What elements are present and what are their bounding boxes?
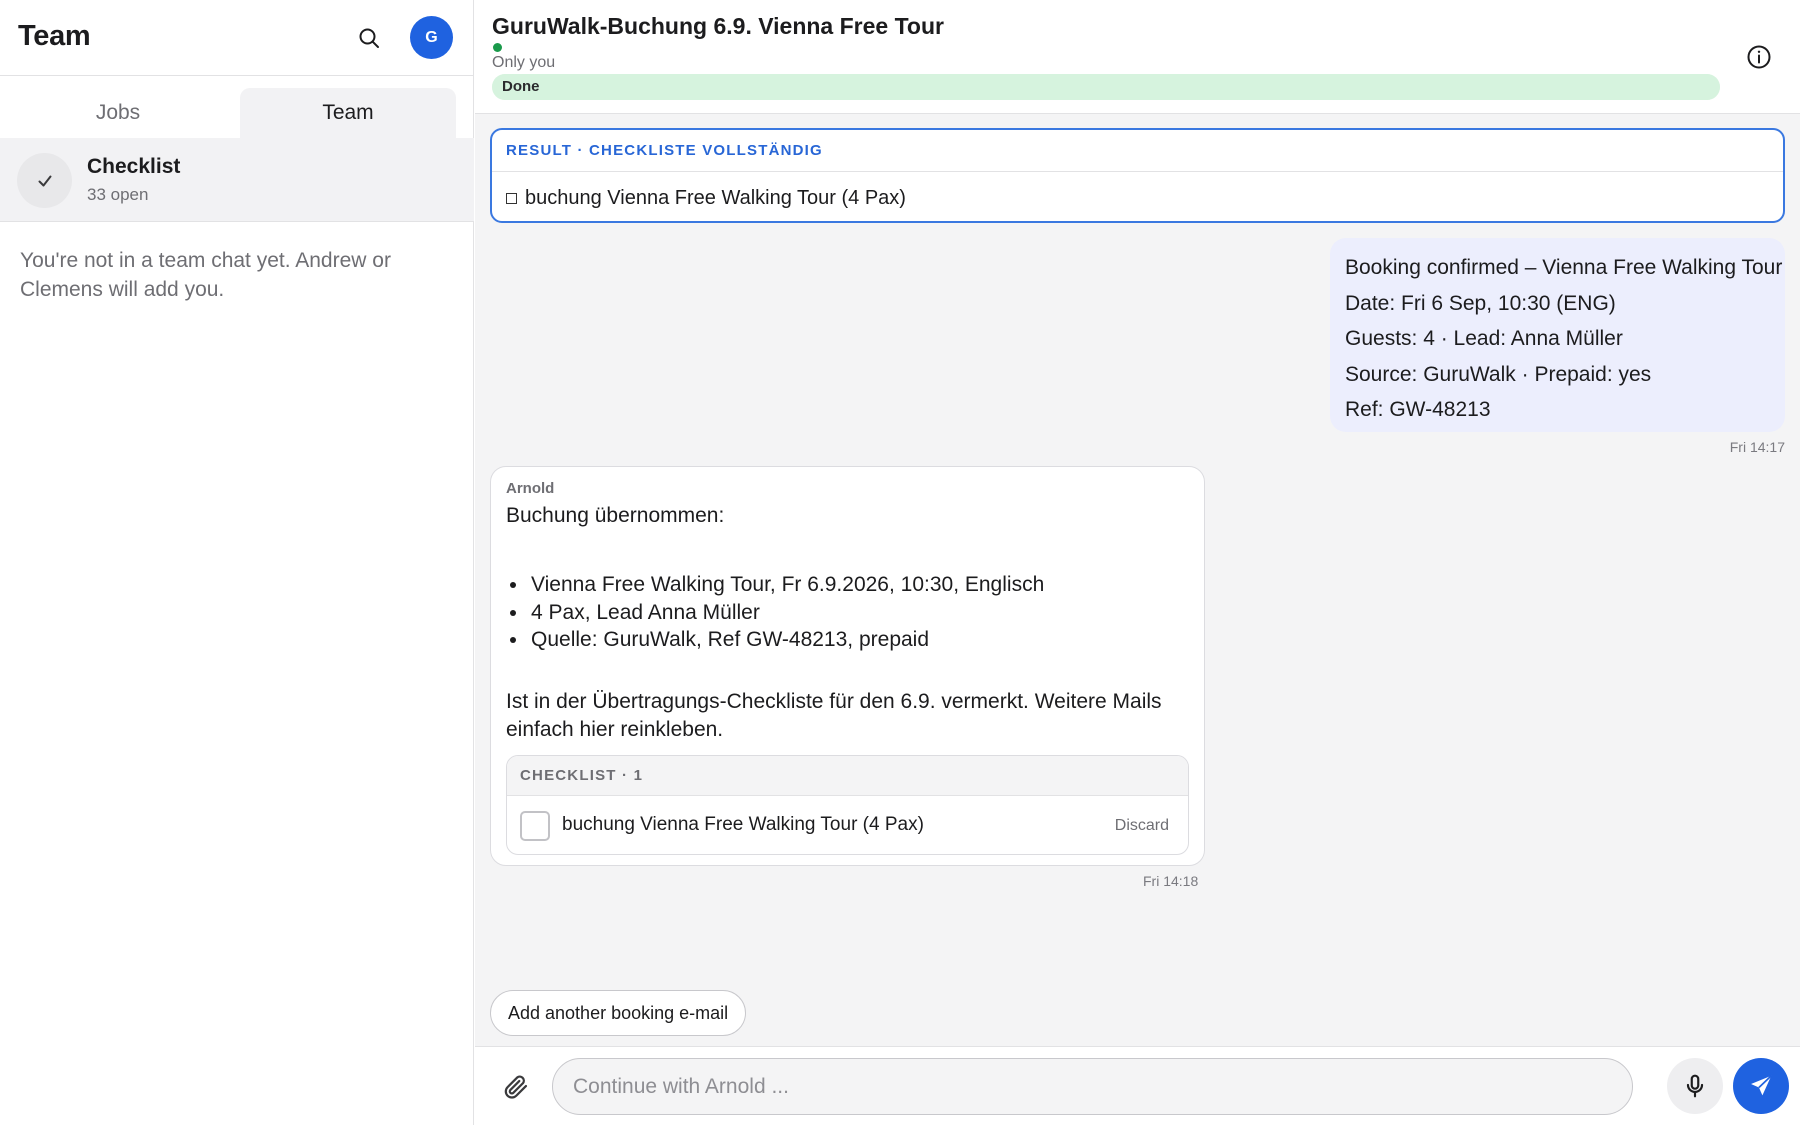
- team-chat-empty-message: You're not in a team chat yet. Andrew or…: [20, 249, 391, 301]
- result-item: buchung Vienna Free Walking Tour (4 Pax): [506, 187, 906, 210]
- search-button[interactable]: [352, 21, 386, 55]
- inline-checklist: CHECKLIST · 1 buchung Vienna Free Walkin…: [506, 755, 1189, 855]
- bot-message-timestamp: Fri 14:18: [1143, 873, 1199, 889]
- discard-button[interactable]: Discard: [1115, 817, 1169, 835]
- visibility-label: Only you: [492, 54, 556, 71]
- attach-button[interactable]: [500, 1071, 532, 1103]
- bot-message-list: Vienna Free Walking Tour, Fr 6.9.2026, 1…: [506, 571, 1186, 654]
- user-message-line: Source: GuruWalk · Prepaid: yes: [1345, 362, 1652, 386]
- bot-sender-name: Arnold: [506, 480, 555, 497]
- sidebar: Team G Jobs Team Checklist 33 open You'r…: [0, 0, 474, 1125]
- search-icon: [359, 28, 379, 48]
- result-card-header: RESULT · CHECKLISTE VOLLSTÄNDIG: [492, 130, 1783, 172]
- result-card-label: RESULT · CHECKLISTE VOLLSTÄNDIG: [506, 142, 823, 159]
- composer: [475, 1046, 1800, 1125]
- user-message-timestamp: Fri 14:17: [1729, 439, 1785, 455]
- sidebar-header: Team G: [0, 0, 474, 76]
- user-message-line: Booking confirmed – Vienna Free Walking …: [1345, 256, 1783, 279]
- send-icon: [1751, 1075, 1772, 1096]
- info-button[interactable]: [1743, 41, 1775, 73]
- checklist-open-count: 33 open: [87, 185, 149, 204]
- user-message-line: Date: Fri 6 Sep, 10:30 (ENG): [1345, 291, 1616, 315]
- paperclip-icon: [504, 1075, 528, 1099]
- inline-checklist-label: CHECKLIST · 1: [520, 767, 644, 784]
- avatar[interactable]: G: [410, 16, 453, 59]
- bot-message: Arnold Buchung übernommen: Vienna Free W…: [490, 466, 1205, 866]
- send-button[interactable]: [1733, 1058, 1789, 1114]
- info-icon: [1747, 45, 1771, 69]
- user-message-line: Ref: GW-48213: [1345, 398, 1491, 421]
- online-indicator: [493, 43, 502, 52]
- voice-button[interactable]: [1667, 1058, 1723, 1114]
- message-input[interactable]: [552, 1058, 1633, 1115]
- inline-checklist-header: CHECKLIST · 1: [507, 756, 1188, 796]
- suggestion-chip[interactable]: Add another booking e-mail: [490, 990, 747, 1036]
- status-bar-fill: [492, 74, 1720, 100]
- tab-team[interactable]: Team: [240, 88, 456, 138]
- result-card: RESULT · CHECKLISTE VOLLSTÄNDIG buchung …: [490, 128, 1785, 223]
- sidebar-tabs: Jobs Team: [10, 88, 456, 138]
- user-message-line: Guests: 4 · Lead: Anna Müller: [1345, 327, 1623, 350]
- conversation-title: GuruWalk-Buchung 6.9. Vienna Free Tour: [492, 13, 944, 39]
- checklist-title: Checklist: [87, 155, 181, 178]
- list-item: 4 Pax, Lead Anna Müller: [506, 599, 1186, 627]
- checkmark-icon: [38, 175, 51, 186]
- list-item: Vienna Free Walking Tour, Fr 6.9.2026, 1…: [506, 571, 1186, 599]
- result-item-text: buchung Vienna Free Walking Tour (4 Pax): [525, 187, 906, 209]
- checklist-avatar: [17, 153, 72, 208]
- bot-message-intro: Buchung übernommen:: [506, 504, 725, 527]
- microphone-icon: [1686, 1074, 1704, 1098]
- list-item: Quelle: GuruWalk, Ref GW-48213, prepaid: [506, 626, 1186, 654]
- bot-message-outro: Ist in der Übertragungs-Checkliste für d…: [506, 690, 1162, 741]
- tab-jobs[interactable]: Jobs: [10, 88, 226, 138]
- user-message: Booking confirmed – Vienna Free Walking …: [1330, 238, 1785, 432]
- checklist-item-checkbox[interactable]: [520, 811, 550, 841]
- checklist-item-text: buchung Vienna Free Walking Tour (4 Pax): [562, 814, 924, 835]
- status-bar: Done: [492, 74, 1720, 100]
- checkbox-icon: [506, 193, 517, 204]
- sidebar-title: Team: [18, 20, 91, 52]
- conversation-header: GuruWalk-Buchung 6.9. Vienna Free Tour O…: [475, 0, 1800, 114]
- status-label: Done: [502, 78, 540, 95]
- conversation-pane: GuruWalk-Buchung 6.9. Vienna Free Tour O…: [475, 0, 1800, 1125]
